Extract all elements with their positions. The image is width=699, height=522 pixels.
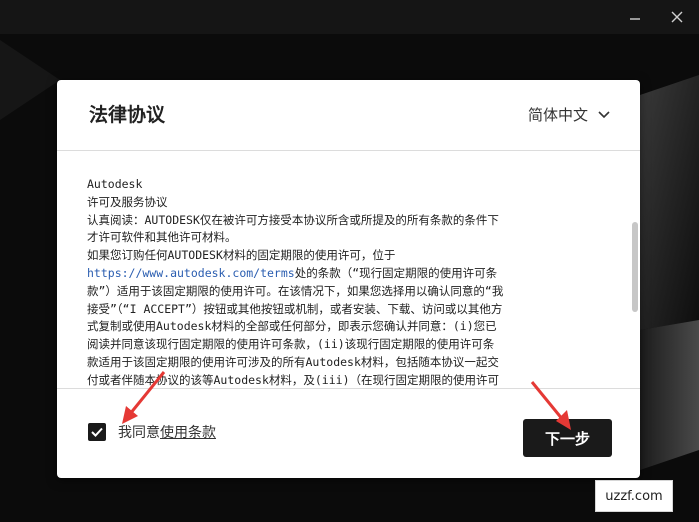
legal-line: 才许可软件和其他许可材料。 — [87, 230, 237, 245]
agree-checkbox[interactable] — [88, 423, 106, 441]
legal-text-area[interactable]: Autodesk 许可及服务协议 认真阅读：AUTODESK仅在被许可方接受本协… — [57, 150, 640, 388]
legal-text: Autodesk 许可及服务协议 认真阅读：AUTODESK仅在被许可方接受本协… — [87, 176, 615, 388]
footer-divider — [57, 388, 640, 389]
legal-line: 阅读并同意该现行固定期限的使用许可条款，(ii)该现行固定期限的使用许可条 — [87, 337, 495, 352]
legal-line: 如果您订购任何AUTODESK材料的固定期限的使用许可，位于 — [87, 248, 396, 263]
agree-label: 我同意 — [118, 425, 160, 441]
legal-line: 认真阅读：AUTODESK仅在被许可方接受本协议所含或所提及的所有条款的条件下 — [87, 212, 499, 227]
site-watermark: uzzf.com — [595, 480, 673, 512]
legal-line: Autodesk — [87, 177, 143, 191]
legal-agreement-dialog: 法律协议 简体中文 Autodesk 许可及服务协议 认真阅读：AUTODESK… — [57, 80, 640, 478]
legal-line-with-link: https://www.autodesk.com/terms处的条款（“现行固定… — [87, 265, 615, 283]
terms-of-use-link[interactable]: 使用条款 — [160, 422, 216, 442]
legal-line: 许可及服务协议 — [87, 194, 168, 209]
next-button[interactable]: 下一步 — [523, 419, 612, 457]
legal-line: 处的条款（“现行固定期限的使用许可条 — [294, 265, 498, 280]
legal-line: 款适用于该固定期限的使用许可涉及的所有Autodesk材料，包括随本协议一起交 — [87, 354, 499, 369]
agree-terms-row: 我同意 使用条款 — [88, 422, 216, 442]
legal-line: 式复制或使用Autodesk材料的全部或任何部分，即表示您确认并同意：(i)您已 — [87, 319, 497, 334]
chevron-down-icon — [598, 110, 610, 118]
legal-line: 款”）适用于该固定期限的使用许可。在该情况下，如果您选择用以确认同意的“我 — [87, 283, 504, 298]
checkmark-icon — [91, 427, 103, 437]
dialog-title: 法律协议 — [89, 104, 166, 126]
scrollbar-thumb[interactable] — [632, 222, 638, 312]
language-selector[interactable]: 简体中文 — [528, 104, 610, 125]
legal-line: 付或者伴随本协议的该等Autodesk材料，及(iii)（在现行固定期限的使用许… — [87, 372, 500, 387]
legal-line: 接受”（“I ACCEPT”）按钮或其他按钮或机制，或者安装、下载、访问或以其他… — [87, 301, 503, 316]
language-value: 简体中文 — [527, 106, 588, 124]
terms-url-link[interactable]: https://www.autodesk.com/terms — [87, 266, 295, 280]
